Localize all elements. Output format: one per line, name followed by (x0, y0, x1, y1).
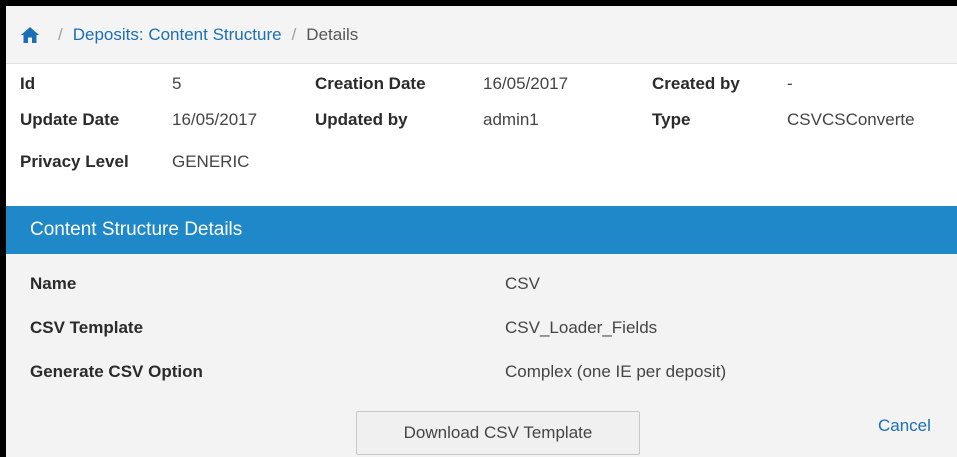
updated-by-label: Updated by (315, 110, 408, 129)
created-by-label: Created by (652, 74, 740, 93)
updated-by-value: admin1 (483, 110, 539, 129)
csv-template-value: CSV_Loader_Fields (505, 318, 658, 337)
privacy-level-value: GENERIC (172, 152, 250, 171)
update-date-value: 16/05/2017 (172, 110, 258, 129)
type-label: Type (652, 110, 691, 129)
metadata-row: Id 5 Creation Date 16/05/2017 Created by… (6, 74, 957, 104)
update-date-label: Update Date (20, 110, 120, 129)
type-value: CSVCSConverte (787, 110, 915, 129)
breadcrumb-link-content-structure[interactable]: Deposits: Content Structure (73, 25, 282, 45)
breadcrumb-current: Details (306, 24, 359, 44)
action-footer: Download CSV Template Cancel (6, 394, 957, 457)
breadcrumb-separator: / (58, 24, 63, 44)
privacy-level-label: Privacy Level (20, 152, 129, 171)
metadata-panel: Id 5 Creation Date 16/05/2017 Created by… (6, 74, 957, 204)
id-value: 5 (172, 74, 182, 93)
download-csv-template-button[interactable]: Download CSV Template (356, 411, 640, 455)
creation-date-label: Creation Date (315, 74, 426, 93)
name-label: Name (30, 274, 77, 293)
section-title: Content Structure Details (30, 219, 243, 240)
cancel-link[interactable]: Cancel (878, 416, 931, 436)
generate-csv-option-value: Complex (one IE per deposit) (505, 362, 727, 381)
home-icon[interactable] (20, 25, 40, 45)
breadcrumb: / Deposits: Content Structure / Details (6, 6, 957, 64)
metadata-row: Privacy Level GENERIC (6, 152, 957, 182)
metadata-row: Update Date 16/05/2017 Updated by admin1… (6, 110, 957, 140)
created-by-value: - (787, 74, 793, 93)
section-header-content-structure-details: Content Structure Details (6, 206, 957, 254)
id-label: Id (20, 74, 36, 93)
details-panel: Name CSV CSV Template CSV_Loader_Fields … (6, 254, 957, 394)
page-frame: / Deposits: Content Structure / Details … (0, 0, 957, 457)
breadcrumb-separator: / (291, 24, 297, 44)
generate-csv-option-label: Generate CSV Option (30, 362, 203, 381)
creation-date-value: 16/05/2017 (483, 74, 569, 93)
name-value: CSV (505, 274, 540, 293)
detail-row-generate-csv-option: Generate CSV Option Complex (one IE per … (6, 350, 957, 394)
detail-row-csv-template: CSV Template CSV_Loader_Fields (6, 306, 957, 350)
detail-row-name: Name CSV (6, 262, 957, 306)
csv-template-label: CSV Template (30, 318, 144, 337)
